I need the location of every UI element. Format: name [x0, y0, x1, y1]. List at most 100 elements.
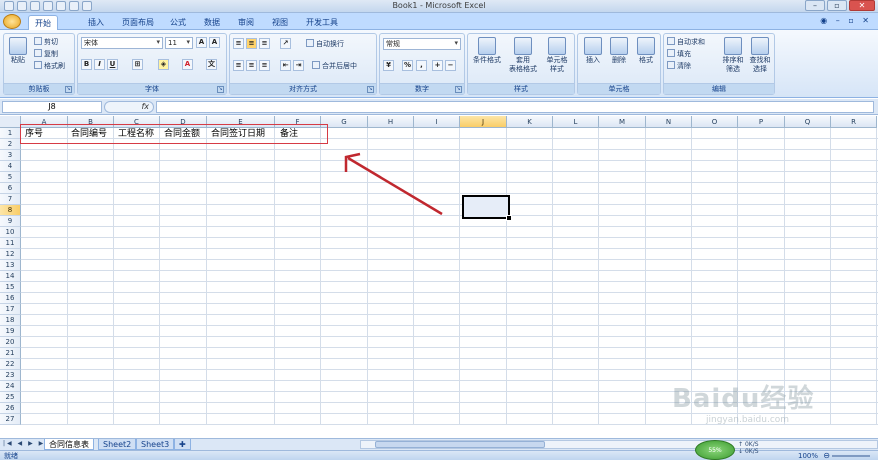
- orientation-icon[interactable]: ↗: [280, 38, 291, 49]
- cut-label: 剪切: [44, 38, 58, 46]
- tab-home[interactable]: 开始: [28, 15, 58, 30]
- cell-styles-icon: [548, 37, 566, 55]
- cell-styles-button[interactable]: 单元格 样式: [541, 37, 573, 74]
- tab-review[interactable]: 审阅: [232, 15, 260, 30]
- alignment-group: ≡ ≡ ≡ ↗ 自动换行 ≡ ≡ ≡ ⇤ ⇥ 合并后居中 对齐方式 ↘: [229, 33, 377, 95]
- comma-icon[interactable]: ,: [416, 60, 427, 71]
- insert-cells-button[interactable]: 插入: [580, 37, 606, 65]
- underline-button[interactable]: U: [107, 59, 118, 70]
- align-center-icon[interactable]: ≡: [246, 60, 257, 71]
- autosum-button[interactable]: 自动求和: [667, 37, 705, 47]
- sheet-tab-sheet3[interactable]: Sheet3: [136, 439, 175, 450]
- tab-data[interactable]: 数据: [198, 15, 226, 30]
- tab-developer[interactable]: 开发工具: [300, 15, 344, 30]
- scrollbar-thumb[interactable]: [375, 441, 545, 448]
- window-title: Book1 - Microsoft Excel: [392, 1, 486, 10]
- delete-cells-button[interactable]: 删除: [606, 37, 632, 65]
- paste-button[interactable]: 粘贴: [7, 37, 29, 65]
- increase-decimal-icon[interactable]: +: [432, 60, 443, 71]
- new-sheet-icon[interactable]: ✚: [174, 439, 191, 450]
- dialog-launcher-icon[interactable]: ↘: [367, 86, 374, 93]
- font-name-select[interactable]: 宋体: [81, 37, 163, 49]
- dialog-launcher-icon[interactable]: ↘: [455, 86, 462, 93]
- conditional-format-button[interactable]: 条件格式: [470, 37, 504, 65]
- dialog-launcher-icon[interactable]: ↘: [217, 86, 224, 93]
- delete-cells-icon: [610, 37, 628, 55]
- fill-label: 填充: [677, 50, 691, 58]
- number-format-select[interactable]: 常规: [383, 38, 461, 50]
- borders-icon[interactable]: ⊞: [132, 59, 143, 70]
- format-painter-button[interactable]: 格式刷: [34, 61, 65, 71]
- styles-group-label: 样式: [468, 83, 574, 94]
- font-color-icon[interactable]: A: [182, 59, 193, 70]
- cell-styles-label-1: 单元格: [546, 56, 568, 64]
- horizontal-scrollbar[interactable]: [360, 440, 878, 449]
- font-size-select[interactable]: 11: [165, 37, 193, 49]
- funnel-icon: [724, 37, 742, 55]
- bold-button[interactable]: B: [81, 59, 92, 70]
- copy-icon: [34, 49, 42, 57]
- network-meter-badge: 55%: [695, 440, 735, 460]
- title-bar: Book1 - Microsoft Excel – ▫ ✕: [0, 0, 878, 13]
- close-button[interactable]: ✕: [849, 0, 875, 11]
- network-speed: ↑ 0K/S ↓ 0K/S: [738, 441, 759, 455]
- zoom-out-icon[interactable]: ⊖: [823, 451, 830, 460]
- find-select-button[interactable]: 查找和 选择: [747, 37, 773, 74]
- tab-insert[interactable]: 插入: [82, 15, 110, 30]
- font-group: 宋体 11 A A B I U ⊞ ◈ A 文 字体 ↘: [77, 33, 227, 95]
- currency-icon[interactable]: ¥: [383, 60, 394, 71]
- align-top-icon[interactable]: ≡: [233, 38, 244, 49]
- maximize-button[interactable]: ▫: [827, 0, 847, 11]
- sheet-tab-contract-info[interactable]: 合同信息表: [44, 439, 94, 450]
- tab-view[interactable]: 视图: [266, 15, 294, 30]
- fill-color-icon[interactable]: ◈: [158, 59, 169, 70]
- fill-button[interactable]: 填充: [667, 49, 691, 59]
- find-select-label-2: 选择: [753, 65, 767, 73]
- increase-indent-icon[interactable]: ⇥: [293, 60, 304, 71]
- align-left-icon[interactable]: ≡: [233, 60, 244, 71]
- align-right-icon[interactable]: ≡: [259, 60, 270, 71]
- wrap-text-button[interactable]: 自动换行: [306, 39, 344, 49]
- sheet-tab-sheet2[interactable]: Sheet2: [98, 439, 137, 450]
- phonetic-icon[interactable]: 文: [206, 59, 217, 70]
- percent-icon[interactable]: %: [402, 60, 413, 71]
- zoom-slider[interactable]: [832, 455, 870, 457]
- brush-icon: [34, 61, 42, 69]
- number-group: 常规 ¥ % , + − 数字 ↘: [379, 33, 465, 95]
- sheet-nav-arrows-icon[interactable]: |◀ ◀ ▶ ▶|: [3, 440, 49, 447]
- eraser-icon: [667, 61, 675, 69]
- merge-center-button[interactable]: 合并后居中: [312, 61, 357, 71]
- sort-filter-button[interactable]: 排序和 筛选: [720, 37, 746, 74]
- formula-input[interactable]: [156, 101, 874, 113]
- fill-down-icon: [667, 49, 675, 57]
- shrink-font-icon[interactable]: A: [209, 37, 220, 48]
- clear-button[interactable]: 清除: [667, 61, 691, 71]
- office-button[interactable]: [3, 14, 21, 29]
- table-format-icon: [514, 37, 532, 55]
- clipboard-group: 粘贴 剪切 复制 格式刷 剪贴板 ↘: [3, 33, 75, 95]
- minimize-button[interactable]: –: [805, 0, 825, 11]
- tab-formulas[interactable]: 公式: [164, 15, 192, 30]
- formula-bar: J8 fx: [0, 99, 878, 115]
- alignment-group-label: 对齐方式: [230, 83, 376, 94]
- copy-button[interactable]: 复制: [34, 49, 58, 59]
- italic-button[interactable]: I: [94, 59, 105, 70]
- format-cells-button[interactable]: 格式: [633, 37, 659, 65]
- name-box[interactable]: J8: [2, 101, 102, 113]
- editing-group-label: 编辑: [664, 83, 774, 94]
- upload-speed: 0K/S: [744, 441, 759, 448]
- help-icon[interactable]: ◉ – ▫ ✕: [820, 16, 872, 25]
- decrease-indent-icon[interactable]: ⇤: [280, 60, 291, 71]
- cell-styles-label-2: 样式: [550, 65, 564, 73]
- grow-font-icon[interactable]: A: [196, 37, 207, 48]
- tab-page-layout[interactable]: 页面布局: [116, 15, 160, 30]
- decrease-decimal-icon[interactable]: −: [445, 60, 456, 71]
- insert-function-button[interactable]: fx: [104, 101, 154, 113]
- table-format-label-1: 套用: [516, 56, 530, 64]
- paste-icon: [9, 37, 27, 55]
- cut-button[interactable]: 剪切: [34, 37, 58, 47]
- align-middle-icon[interactable]: ≡: [246, 38, 257, 49]
- table-format-button[interactable]: 套用 表格格式: [505, 37, 541, 74]
- dialog-launcher-icon[interactable]: ↘: [65, 86, 72, 93]
- align-bottom-icon[interactable]: ≡: [259, 38, 270, 49]
